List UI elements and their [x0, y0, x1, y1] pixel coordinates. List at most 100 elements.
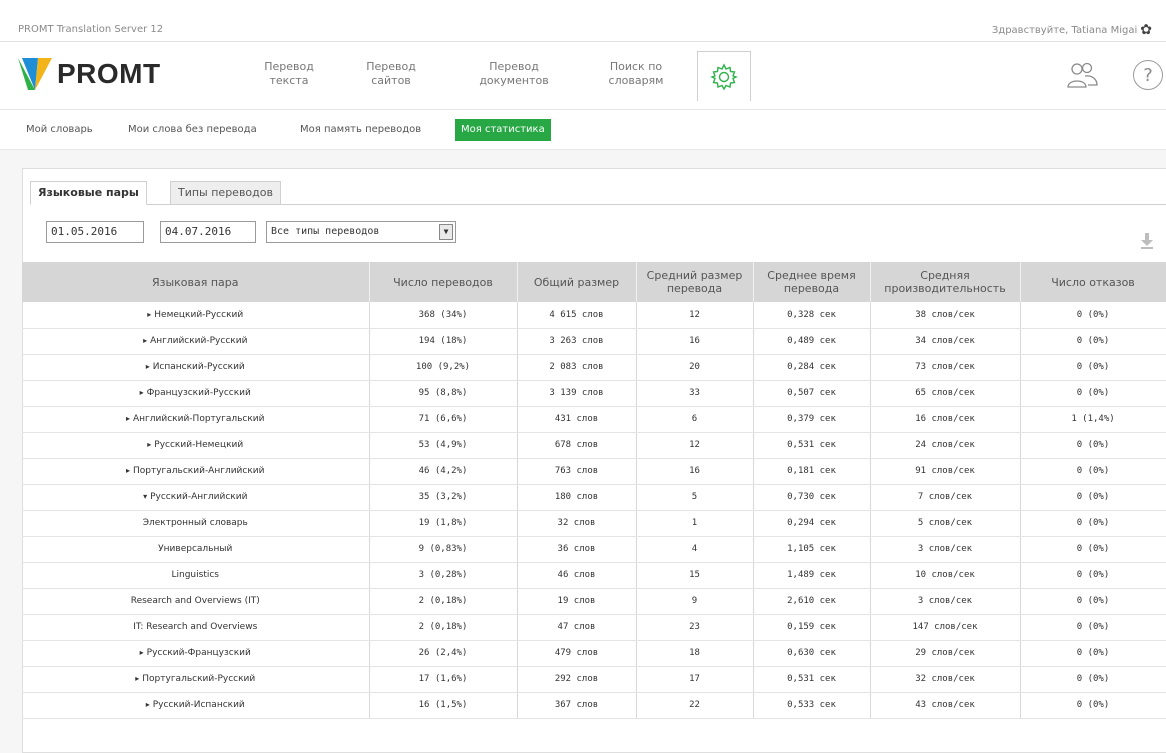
expand-right-icon[interactable]: ▸ [140, 388, 144, 397]
cell-avg-size: 6 [636, 406, 754, 433]
cell-avg-time: 0,531 сек [753, 432, 871, 459]
subnav-my-dictionary[interactable]: Мой словарь [20, 119, 99, 141]
header-avg-time[interactable]: Среднее время перевода [753, 262, 871, 302]
header-avg-performance[interactable]: Средняя производительность [870, 262, 1021, 302]
help-icon[interactable]: ? [1133, 60, 1163, 90]
subnav-my-statistics[interactable]: Моя статистика [455, 119, 551, 141]
table-row[interactable]: ▸ Русский-Немецкий 53 (4,9%) 678 слов 12 0,53… [22, 432, 1166, 459]
nav-document-translation[interactable]: Перевод документов [466, 60, 562, 88]
tab-language-pairs[interactable]: Языковые пары [30, 181, 147, 205]
cell-translation-count: 3 (0,28%) [369, 562, 518, 589]
header-translation-count[interactable]: Число переводов [369, 262, 518, 302]
cell-language-pair[interactable]: Универсальный [22, 536, 370, 563]
chevron-down-icon[interactable]: ▼ [439, 224, 453, 240]
table-row[interactable]: ▸ Португальский-Русский 17 (1,6%) 292 слов 1… [22, 666, 1166, 693]
cell-language-pair[interactable]: Электронный словарь [22, 510, 370, 537]
cell-avg-performance: 24 слов/сек [870, 432, 1021, 459]
table-row[interactable]: ▸ Немецкий-Русский 368 (34%) 4 615 слов 12 0,… [22, 302, 1166, 329]
cell-translation-count: 17 (1,6%) [369, 666, 518, 693]
expand-right-icon[interactable]: ▸ [146, 700, 150, 709]
header-fail-count[interactable]: Число отказов [1020, 262, 1166, 302]
expand-right-icon[interactable]: ▸ [147, 440, 151, 449]
language-pair-label: Французский-Русский [146, 388, 251, 398]
cell-language-pair[interactable]: ▾ Русский-Английский [22, 484, 370, 511]
expand-right-icon[interactable]: ▸ [143, 336, 147, 345]
table-row[interactable]: ▸ Английский-Португальский 71 (6,6%) 431 сл… [22, 406, 1166, 433]
expand-right-icon[interactable]: ▸ [147, 310, 151, 319]
table-row[interactable]: ▸ Испанский-Русский 100 (9,2%) 2 083 слов 20… [22, 354, 1166, 381]
expand-right-icon[interactable]: ▸ [140, 648, 144, 657]
nav-settings-tab[interactable] [697, 51, 751, 101]
table-row[interactable]: ▸ Английский-Русский 194 (18%) 3 263 слов 16… [22, 328, 1166, 355]
cell-language-pair[interactable]: ▸ Английский-Русский [22, 328, 370, 355]
expand-right-icon[interactable]: ▸ [126, 466, 130, 475]
table-row[interactable]: ▸ Русский-Французский 26 (2,4%) 479 слов 18 0… [22, 640, 1166, 667]
cell-fail-count: 0 (0%) [1020, 328, 1166, 355]
cell-avg-size: 5 [636, 484, 754, 511]
download-icon[interactable] [1139, 232, 1155, 250]
cell-translation-count: 46 (4,2%) [369, 458, 518, 485]
table-row[interactable]: IT: Research and Overviews 2 (0,18%) 47 сл… [22, 614, 1166, 641]
cell-fail-count: 0 (0%) [1020, 458, 1166, 485]
table-row[interactable]: Универсальный 9 (0,83%) 36 слов 4 1,105 сек 3… [22, 536, 1166, 563]
cell-fail-count: 0 (0%) [1020, 588, 1166, 615]
language-pair-label: Research and Overviews (IT) [130, 596, 260, 606]
expand-right-icon[interactable]: ▸ [146, 362, 150, 371]
table-row[interactable]: ▸ Французский-Русский 95 (8,8%) 3 139 слов 3… [22, 380, 1166, 407]
cell-total-size: 36 слов [517, 536, 637, 563]
table-row[interactable]: ▸ Русский-Испанский 16 (1,5%) 367 слов 22 0,5… [22, 692, 1166, 719]
subnav-untranslated-words[interactable]: Мои слова без перевода [122, 119, 263, 141]
expand-right-icon[interactable]: ▸ [126, 414, 130, 423]
subnav-translation-memory[interactable]: Моя память переводов [294, 119, 427, 141]
user-settings-icon[interactable]: ✿ [1140, 22, 1152, 38]
translation-type-select[interactable]: Все типы переводов ▼ [266, 221, 456, 243]
table-row[interactable]: ▸ Португальский-Английский 46 (4,2%) 763 сл… [22, 458, 1166, 485]
table-row[interactable]: Linguistics 3 (0,28%) 46 слов 15 1,489 сек 10… [22, 562, 1166, 589]
cell-language-pair[interactable]: ▸ Испанский-Русский [22, 354, 370, 381]
user-greeting[interactable]: Здравствуйте, Tatiana Migai ✿ [992, 22, 1152, 38]
nav-site-translation[interactable]: Перевод сайтов [362, 60, 420, 88]
users-icon[interactable] [1065, 60, 1099, 90]
cell-avg-size: 1 [636, 510, 754, 537]
table-row[interactable]: Research and Overviews (IT) 2 (0,18%) 19 с… [22, 588, 1166, 615]
cell-avg-size: 18 [636, 640, 754, 667]
date-from-field[interactable]: 01.05.2016 [46, 221, 144, 243]
date-to-field[interactable]: 04.07.2016 [160, 221, 256, 243]
tab-translation-types[interactable]: Типы переводов [170, 181, 281, 205]
cell-avg-performance: 65 слов/сек [870, 380, 1021, 407]
table-row[interactable]: ▾ Русский-Английский 35 (3,2%) 180 слов 5 0,7… [22, 484, 1166, 511]
cell-language-pair[interactable]: ▸ Немецкий-Русский [22, 302, 370, 329]
cell-avg-performance: 38 слов/сек [870, 302, 1021, 329]
cell-language-pair[interactable]: Linguistics [22, 562, 370, 589]
table-row[interactable]: Электронный словарь 19 (1,8%) 32 слов 1 0,29… [22, 510, 1166, 537]
promt-logo[interactable]: PROMT [18, 53, 161, 95]
nav-text-translation[interactable]: Перевод текста [259, 60, 319, 88]
main-header: PROMT Перевод текста Перевод сайтов Пере… [0, 42, 1166, 110]
cell-fail-count: 0 (0%) [1020, 484, 1166, 511]
cell-avg-size: 23 [636, 614, 754, 641]
cell-language-pair[interactable]: ▸ Русский-Немецкий [22, 432, 370, 459]
cell-language-pair[interactable]: ▸ Французский-Русский [22, 380, 370, 407]
cell-fail-count: 0 (0%) [1020, 432, 1166, 459]
header-language-pair[interactable]: Языковая пара [22, 262, 370, 302]
cell-fail-count: 0 (0%) [1020, 562, 1166, 589]
header-avg-size[interactable]: Средний размер перевода [636, 262, 754, 302]
cell-avg-performance: 3 слов/сек [870, 536, 1021, 563]
cell-language-pair[interactable]: ▸ Русский-Испанский [22, 692, 370, 719]
cell-language-pair[interactable]: IT: Research and Overviews [22, 614, 370, 641]
cell-language-pair[interactable]: ▸ Португальский-Английский [22, 458, 370, 485]
language-pair-label: Испанский-Русский [152, 362, 245, 372]
cell-language-pair[interactable]: ▸ Португальский-Русский [22, 666, 370, 693]
cell-language-pair[interactable]: ▸ Английский-Португальский [22, 406, 370, 433]
nav-dictionary-search[interactable]: Поиск по словарям [598, 60, 674, 88]
expand-down-icon[interactable]: ▾ [143, 492, 147, 501]
cell-avg-performance: 5 слов/сек [870, 510, 1021, 537]
cell-translation-count: 9 (0,83%) [369, 536, 518, 563]
cell-avg-size: 20 [636, 354, 754, 381]
cell-avg-performance: 91 слов/сек [870, 458, 1021, 485]
expand-right-icon[interactable]: ▸ [135, 674, 139, 683]
header-total-size[interactable]: Общий размер [517, 262, 637, 302]
cell-language-pair[interactable]: Research and Overviews (IT) [22, 588, 370, 615]
cell-avg-size: 12 [636, 432, 754, 459]
cell-language-pair[interactable]: ▸ Русский-Французский [22, 640, 370, 667]
